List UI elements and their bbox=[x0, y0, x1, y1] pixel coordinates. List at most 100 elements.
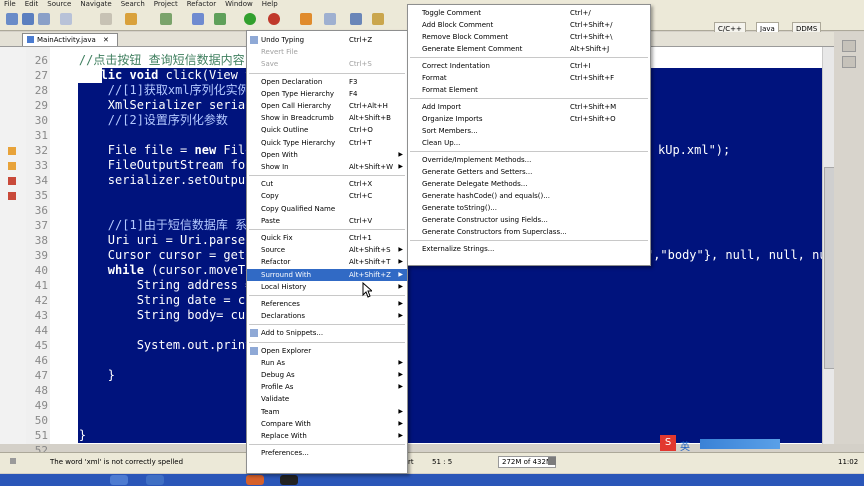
menu-source[interactable]: Source bbox=[47, 0, 71, 9]
menu-item-generate-element-comment[interactable]: Generate Element Comment Alt+Shift+J bbox=[408, 43, 650, 55]
taskbar-app-icon[interactable] bbox=[146, 475, 164, 485]
taskbar-app-icon[interactable] bbox=[110, 475, 128, 485]
check-icon[interactable] bbox=[160, 13, 172, 25]
menu-item-generate-delegate-methods[interactable]: Generate Delegate Methods... bbox=[408, 178, 650, 190]
menu-item-show-in[interactable]: Show In Alt+Shift+W ▶ bbox=[247, 161, 407, 173]
external-tools-icon[interactable] bbox=[300, 13, 312, 25]
menu-item-shortcut: Alt+Shift+Z bbox=[349, 270, 391, 279]
menu-item-quick-outline[interactable]: Quick Outline Ctrl+O bbox=[247, 124, 407, 136]
menu-item-format-element[interactable]: Format Element bbox=[408, 84, 650, 96]
warning-marker-icon[interactable] bbox=[8, 147, 16, 155]
menu-item-label: Generate Constructors from Superclass... bbox=[422, 228, 567, 236]
menu-item-copy-qualified-name[interactable]: Copy Qualified Name bbox=[247, 203, 407, 215]
menu-window[interactable]: Window bbox=[225, 0, 253, 9]
print-icon[interactable] bbox=[60, 13, 72, 25]
warning-marker-icon[interactable] bbox=[8, 177, 16, 185]
menu-help[interactable]: Help bbox=[262, 0, 278, 9]
menu-item-toggle-comment[interactable]: Toggle Comment Ctrl+/ bbox=[408, 7, 650, 19]
menu-item-add-to-snippets[interactable]: Add to Snippets... bbox=[247, 327, 407, 339]
android-sdk-icon[interactable] bbox=[192, 13, 204, 25]
run-icon[interactable] bbox=[244, 13, 256, 25]
menu-item-run-as[interactable]: Run As ▶ bbox=[247, 357, 407, 369]
menu-item-profile-as[interactable]: Profile As ▶ bbox=[247, 381, 407, 393]
menu-item-compare-with[interactable]: Compare With ▶ bbox=[247, 418, 407, 430]
menu-item-quick-fix[interactable]: Quick Fix Ctrl+1 bbox=[247, 232, 407, 244]
menu-item-label: Open With bbox=[261, 150, 298, 159]
menu-item-revert-file[interactable]: Revert File bbox=[247, 46, 407, 58]
menu-item-generate-getters-and-setters[interactable]: Generate Getters and Setters... bbox=[408, 166, 650, 178]
minimize-icon[interactable] bbox=[842, 40, 856, 52]
menu-item-open-declaration[interactable]: Open Declaration F3 bbox=[247, 76, 407, 88]
menu-item-open-explorer[interactable]: Open Explorer bbox=[247, 345, 407, 357]
menu-item-organize-imports[interactable]: Organize Imports Ctrl+Shift+O bbox=[408, 113, 650, 125]
menu-item-declarations[interactable]: Declarations ▶ bbox=[247, 310, 407, 322]
menu-item-format[interactable]: Format Ctrl+Shift+F bbox=[408, 72, 650, 84]
menu-item-show-in-breadcrumb[interactable]: Show in Breadcrumb Alt+Shift+B bbox=[247, 112, 407, 124]
save-icon[interactable] bbox=[22, 13, 34, 25]
gc-icon[interactable] bbox=[548, 457, 556, 465]
debug-icon[interactable] bbox=[268, 13, 280, 25]
menu-item-quick-type-hierarchy[interactable]: Quick Type Hierarchy Ctrl+T bbox=[247, 137, 407, 149]
menu-search[interactable]: Search bbox=[121, 0, 145, 9]
menu-item-undo-typing[interactable]: Undo Typing Ctrl+Z bbox=[247, 34, 407, 46]
menu-item-remove-block-comment[interactable]: Remove Block Comment Ctrl+Shift+\ bbox=[408, 31, 650, 43]
menu-item-correct-indentation[interactable]: Correct Indentation Ctrl+I bbox=[408, 60, 650, 72]
menu-item-clean-up[interactable]: Clean Up... bbox=[408, 137, 650, 149]
menu-item-source[interactable]: Source Alt+Shift+S ▶ bbox=[247, 244, 407, 256]
menu-edit[interactable]: Edit bbox=[25, 0, 39, 9]
save-all-icon[interactable] bbox=[38, 13, 50, 25]
search-icon[interactable] bbox=[372, 13, 384, 25]
tab-mainactivity[interactable]: MainActivity.java ✕ bbox=[22, 33, 118, 46]
build-icon[interactable] bbox=[125, 13, 137, 25]
menu-item-generate-constructor-using-fields[interactable]: Generate Constructor using Fields... bbox=[408, 214, 650, 226]
menu-item-preferences[interactable]: Preferences... bbox=[247, 447, 407, 459]
maximize-icon[interactable] bbox=[842, 56, 856, 68]
menu-item-label: Organize Imports bbox=[422, 115, 483, 123]
menu-item-local-history[interactable]: Local History ▶ bbox=[247, 281, 407, 293]
taskbar-app-icon[interactable] bbox=[246, 475, 264, 485]
menu-item-team[interactable]: Team ▶ bbox=[247, 406, 407, 418]
menu-item-save[interactable]: Save Ctrl+S bbox=[247, 58, 407, 70]
line-number: 29 bbox=[34, 99, 48, 112]
menu-item-shortcut: Ctrl+X bbox=[349, 180, 373, 189]
ime-toolbar[interactable] bbox=[700, 439, 780, 449]
menu-item-add-block-comment[interactable]: Add Block Comment Ctrl+Shift+/ bbox=[408, 19, 650, 31]
open-type-icon[interactable] bbox=[350, 13, 362, 25]
menu-item-validate[interactable]: Validate bbox=[247, 393, 407, 405]
menu-item-open-with[interactable]: Open With ▶ bbox=[247, 149, 407, 161]
menu-navigate[interactable]: Navigate bbox=[80, 0, 111, 9]
menu-item-references[interactable]: References ▶ bbox=[247, 298, 407, 310]
menu-item-shortcut: Ctrl+Shift+F bbox=[570, 74, 615, 82]
new-java-class-icon[interactable] bbox=[324, 13, 336, 25]
run-config-icon[interactable] bbox=[100, 13, 112, 25]
menu-item-cut[interactable]: Cut Ctrl+X bbox=[247, 178, 407, 190]
menu-file[interactable]: File bbox=[4, 0, 16, 9]
menu-item-paste[interactable]: Paste Ctrl+V bbox=[247, 215, 407, 227]
menu-item-refactor[interactable]: Refactor Alt+Shift+T ▶ bbox=[247, 256, 407, 268]
menu-item-generate-tostring[interactable]: Generate toString()... bbox=[408, 202, 650, 214]
ime-mode[interactable]: 英 bbox=[680, 438, 690, 453]
close-icon[interactable]: ✕ bbox=[103, 36, 109, 44]
menu-item-generate-hashcode-and-equals[interactable]: Generate hashCode() and equals()... bbox=[408, 190, 650, 202]
warning-marker-icon[interactable] bbox=[8, 192, 16, 200]
menu-item-generate-constructors-from-superclass[interactable]: Generate Constructors from Superclass... bbox=[408, 226, 650, 238]
menu-item-open-call-hierarchy[interactable]: Open Call Hierarchy Ctrl+Alt+H bbox=[247, 100, 407, 112]
menu-project[interactable]: Project bbox=[154, 0, 178, 9]
menu-item-copy[interactable]: Copy Ctrl+C bbox=[247, 190, 407, 202]
new-icon[interactable] bbox=[6, 13, 18, 25]
menu-refactor[interactable]: Refactor bbox=[187, 0, 216, 9]
menu-item-debug-as[interactable]: Debug As ▶ bbox=[247, 369, 407, 381]
taskbar-app-icon[interactable] bbox=[280, 475, 298, 485]
submenu-arrow-icon: ▶ bbox=[398, 371, 403, 378]
menu-item-replace-with[interactable]: Replace With ▶ bbox=[247, 430, 407, 442]
menu-item-externalize-strings[interactable]: Externalize Strings... bbox=[408, 243, 650, 255]
avd-icon[interactable] bbox=[214, 13, 226, 25]
menu-item-sort-members[interactable]: Sort Members... bbox=[408, 125, 650, 137]
menu-item-open-type-hierarchy[interactable]: Open Type Hierarchy F4 bbox=[247, 88, 407, 100]
menu-item-add-import[interactable]: Add Import Ctrl+Shift+M bbox=[408, 101, 650, 113]
warning-marker-icon[interactable] bbox=[8, 162, 16, 170]
menu-item-surround-with[interactable]: Surround With Alt+Shift+Z ▶ bbox=[247, 268, 407, 281]
sogou-icon[interactable]: S bbox=[660, 435, 676, 451]
menu-item-override-implement-methods[interactable]: Override/Implement Methods... bbox=[408, 154, 650, 166]
